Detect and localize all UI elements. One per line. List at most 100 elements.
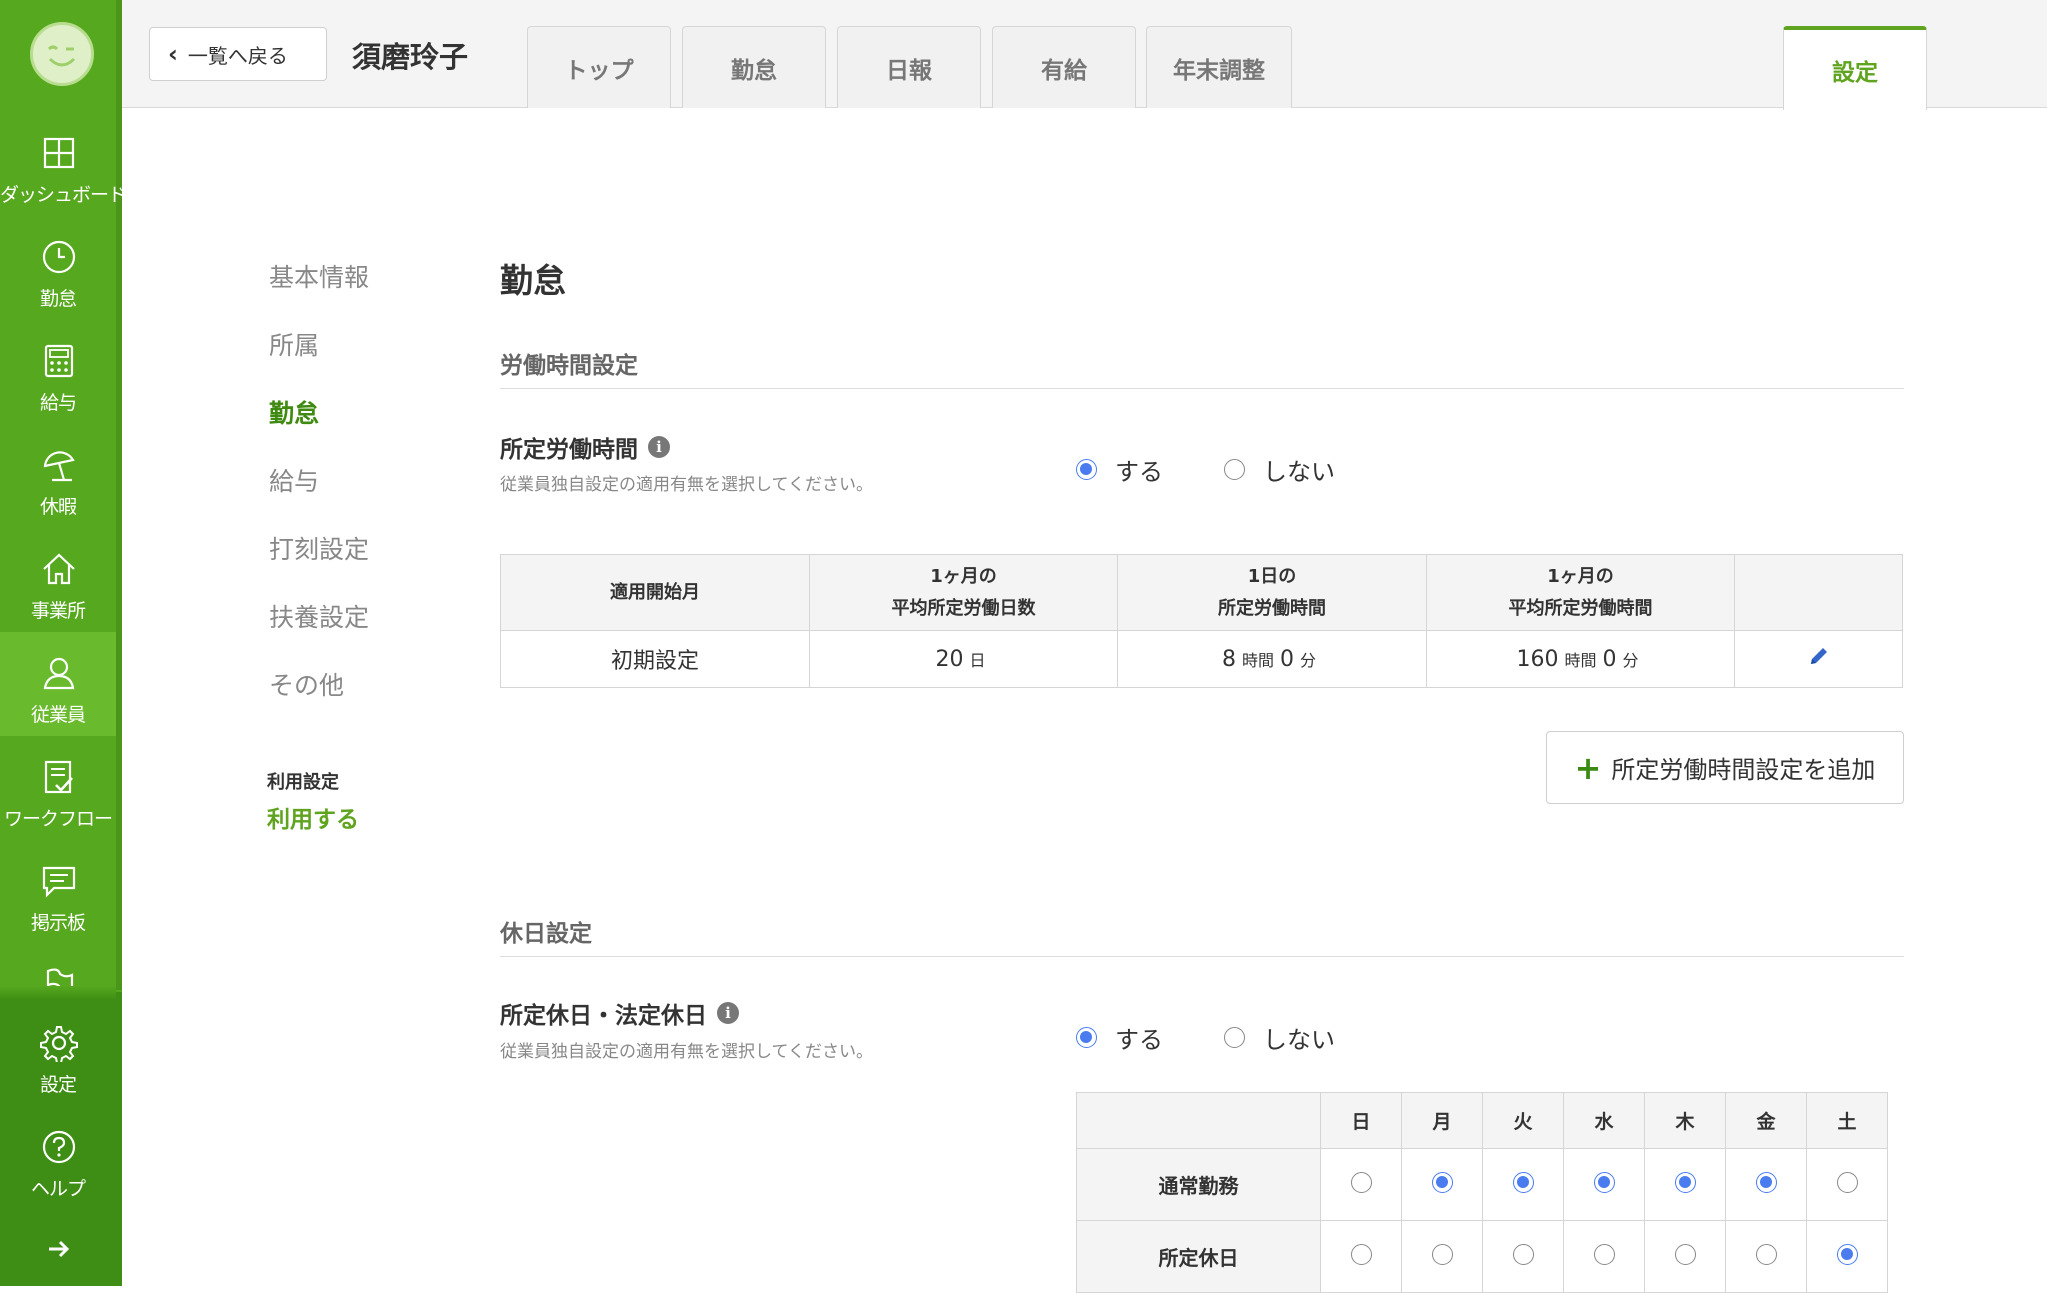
radio-unselected[interactable]: [1836, 1172, 1858, 1193]
sidebar-item-office[interactable]: 事業所: [0, 528, 116, 632]
day-radio-cell: [1482, 1148, 1564, 1221]
sidebar-item-flag[interactable]: [0, 944, 116, 990]
day-radio-cell: [1806, 1148, 1888, 1221]
holiday-option-no[interactable]: しない: [1224, 1020, 1335, 1055]
sidebar-item-attendance[interactable]: 勤怠: [0, 216, 116, 320]
tab-year-end[interactable]: 年末調整: [1146, 26, 1292, 108]
subnav-basic-info[interactable]: 基本情報: [269, 258, 369, 294]
subnav-payroll[interactable]: 給与: [269, 462, 319, 498]
day-radio-cell: [1401, 1220, 1483, 1293]
radio-unselected[interactable]: [1224, 1027, 1245, 1048]
radio-selected[interactable]: [1836, 1244, 1858, 1265]
clock-icon: [42, 240, 76, 274]
radio-unselected[interactable]: [1674, 1244, 1696, 1265]
radio-unselected[interactable]: [1431, 1244, 1453, 1265]
sidebar-item-label: ダッシュボード: [0, 184, 127, 206]
setting-title-work-hours: 所定労働時間 i: [500, 430, 670, 464]
work-hours-option-yes[interactable]: する: [1076, 452, 1163, 487]
add-work-hours-button[interactable]: + 所定労働時間設定を追加: [1546, 731, 1904, 804]
radio-unselected[interactable]: [1755, 1244, 1777, 1265]
radio-selected[interactable]: [1076, 1027, 1097, 1048]
pencil-icon[interactable]: [1807, 644, 1831, 668]
radio-label: する: [1115, 458, 1163, 486]
sidebar-item-workflow[interactable]: ワークフロー: [0, 736, 116, 840]
work-hours-option-no[interactable]: しない: [1224, 452, 1335, 487]
back-button-label: 一覧へ戻る: [187, 43, 288, 68]
sidebar-item-employees[interactable]: 従業員: [0, 632, 116, 736]
day-radio-cell: [1401, 1148, 1483, 1221]
radio-label: しない: [1263, 1026, 1335, 1054]
back-to-list-button[interactable]: ‹ 一覧へ戻る: [149, 27, 327, 81]
holiday-option-yes[interactable]: する: [1076, 1020, 1163, 1055]
day-radio-cell: [1806, 1220, 1888, 1293]
subnav-affiliation[interactable]: 所属: [269, 326, 319, 362]
radio-unselected[interactable]: [1593, 1244, 1615, 1265]
row-label-normal-work: 通常勤務: [1076, 1148, 1321, 1221]
tab-paid-leave[interactable]: 有給: [992, 26, 1136, 108]
day-radio-cell: [1725, 1220, 1807, 1293]
day-radio-cell: [1644, 1220, 1726, 1293]
radio-label: する: [1115, 1026, 1163, 1054]
column-header-day: 水: [1563, 1092, 1645, 1149]
column-header: 適用開始月: [500, 554, 810, 631]
sidebar-item-label: ワークフロー: [3, 808, 113, 830]
table-row: 所定休日: [1076, 1220, 1888, 1293]
subnav-other[interactable]: その他: [269, 666, 344, 702]
radio-unselected[interactable]: [1512, 1244, 1534, 1265]
radio-unselected[interactable]: [1350, 1244, 1372, 1265]
day-radio-cell: [1320, 1220, 1402, 1293]
column-header: 1ヶ月の 平均所定労働時間: [1426, 554, 1735, 631]
info-icon[interactable]: i: [648, 436, 670, 458]
column-header-day: 月: [1401, 1092, 1483, 1149]
sidebar-item-payroll[interactable]: 給与: [0, 320, 116, 424]
gear-icon: [40, 1026, 78, 1062]
subnav-clock-settings[interactable]: 打刻設定: [269, 530, 369, 566]
section-heading-work-hours: 労働時間設定: [500, 353, 638, 379]
info-icon[interactable]: i: [717, 1002, 739, 1024]
day-radio-cell: [1725, 1148, 1807, 1221]
section-heading-holidays: 休日設定: [500, 921, 592, 947]
radio-unselected[interactable]: [1224, 459, 1245, 480]
smile-logo-icon[interactable]: [30, 22, 94, 86]
section-divider: [500, 388, 1904, 389]
sidebar-item-settings[interactable]: 設定: [0, 1024, 116, 1128]
tab-settings[interactable]: 設定: [1783, 26, 1927, 110]
column-header-day: 金: [1725, 1092, 1807, 1149]
sidebar-item-vacation[interactable]: 休暇: [0, 424, 116, 528]
radio-selected[interactable]: [1593, 1172, 1615, 1193]
setting-description: 従業員独自設定の適用有無を選択してください。: [500, 475, 873, 495]
tab-attendance[interactable]: 勤怠: [682, 26, 826, 108]
chevron-left-icon: ‹: [168, 40, 178, 68]
radio-unselected[interactable]: [1350, 1172, 1372, 1193]
radio-selected[interactable]: [1076, 459, 1097, 480]
arrow-right-icon: [49, 1240, 70, 1258]
day-radio-cell: [1563, 1220, 1645, 1293]
dashboard-icon: [43, 137, 75, 169]
radio-selected[interactable]: [1674, 1172, 1696, 1193]
tab-top[interactable]: トップ: [527, 26, 671, 108]
column-header: 1ヶ月の 平均所定労働日数: [809, 554, 1118, 631]
start-month-cell: 初期設定: [500, 630, 810, 688]
subnav-attendance[interactable]: 勤怠: [269, 394, 319, 430]
sidebar-item-help[interactable]: ヘルプ: [0, 1128, 116, 1232]
sidebar-item-bulletin[interactable]: 掲示板: [0, 840, 116, 944]
row-label-scheduled-holiday: 所定休日: [1076, 1220, 1321, 1293]
sidebar-expand-button[interactable]: [0, 1232, 116, 1272]
holiday-table: 日月火水木金土 通常勤務 所定休日: [1076, 1092, 1888, 1293]
sidebar-nav: ダッシュボード 勤怠 給与 休暇 事業所 従業員 ワークフロー 掲示板 設定 ヘ…: [0, 0, 127, 1286]
top-bar: ‹ 一覧へ戻る 須磨玲子 トップ 勤怠 日報 有給 年末調整 設定: [122, 0, 2047, 110]
subnav-dependents[interactable]: 扶養設定: [269, 598, 369, 634]
person-icon: [43, 657, 75, 690]
section-divider: [500, 956, 1904, 957]
tab-daily-report[interactable]: 日報: [837, 26, 981, 108]
radio-selected[interactable]: [1431, 1172, 1453, 1193]
radio-selected[interactable]: [1512, 1172, 1534, 1193]
day-radio-cell: [1320, 1148, 1402, 1221]
sidebar-fade: [0, 986, 116, 1000]
column-header-day: 火: [1482, 1092, 1564, 1149]
radio-selected[interactable]: [1755, 1172, 1777, 1193]
calculator-icon: [44, 344, 74, 378]
page-title: 勤怠: [500, 261, 566, 300]
sidebar-item-dashboard[interactable]: ダッシュボード: [0, 112, 127, 216]
sidebar-scrollbar[interactable]: [116, 0, 122, 990]
